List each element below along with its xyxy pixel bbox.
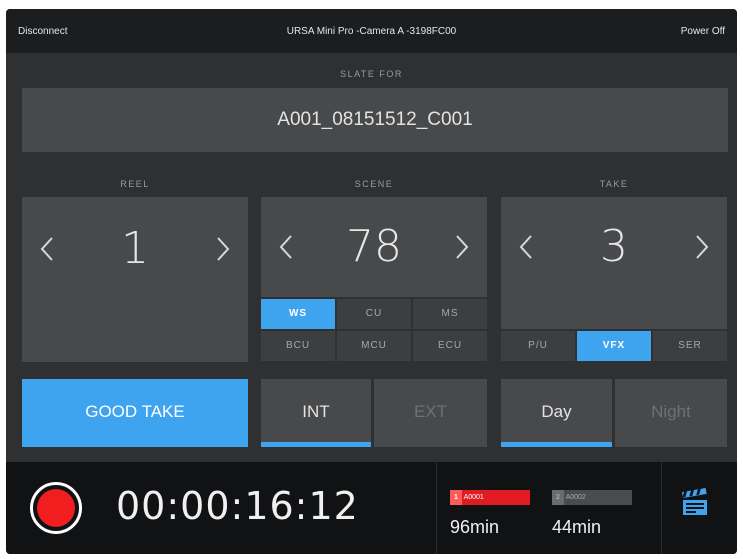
- good-take-button[interactable]: GOOD TAKE: [22, 379, 248, 447]
- card2-name: A0002: [565, 494, 586, 501]
- shot-ms-button[interactable]: MS: [413, 299, 487, 329]
- int-label: INT: [302, 402, 330, 421]
- chevron-left-icon: [279, 235, 292, 259]
- int-selected-indicator: [261, 442, 371, 447]
- take-label: TAKE: [599, 179, 629, 189]
- chevron-right-icon: [456, 235, 469, 259]
- status-bar: 00:00:16:12 1 A0001 96min 2 A0002 44min: [6, 462, 737, 554]
- day-label: Day: [541, 402, 572, 421]
- reel-value: 1: [121, 223, 149, 274]
- shot-cu-button[interactable]: CU: [337, 299, 411, 329]
- take-ser-button[interactable]: SER: [653, 331, 727, 361]
- reel-next-button[interactable]: [198, 197, 248, 301]
- card2-remaining: 44min: [552, 517, 602, 537]
- chevron-left-icon: [40, 237, 53, 261]
- take-value: 3: [600, 221, 628, 272]
- take-pu-button[interactable]: P/U: [501, 331, 575, 361]
- card2-badge: 2 A0002: [552, 490, 632, 505]
- clapperboard-icon[interactable]: [680, 488, 710, 518]
- shot-ecu-button[interactable]: ECU: [413, 331, 487, 361]
- record-button[interactable]: [30, 482, 82, 534]
- reel-prev-button[interactable]: [22, 197, 72, 301]
- clip-name-field[interactable]: A001_08151512_C001: [22, 88, 728, 152]
- take-next-button[interactable]: [677, 197, 727, 297]
- scene-prev-button[interactable]: [261, 197, 311, 297]
- reel-counter: 1: [22, 197, 248, 362]
- take-counter: 3: [501, 197, 727, 329]
- day-selected-indicator: [501, 442, 612, 447]
- card1-name: A0001: [463, 494, 484, 501]
- reel-label: REEL: [120, 179, 150, 189]
- divider: [661, 462, 662, 554]
- int-button[interactable]: INT: [261, 379, 371, 447]
- scene-next-button[interactable]: [437, 197, 487, 297]
- shot-bcu-button[interactable]: BCU: [261, 331, 335, 361]
- shot-mcu-button[interactable]: MCU: [337, 331, 411, 361]
- record-icon: [37, 489, 75, 527]
- scene-counter: 78: [261, 197, 487, 297]
- take-prev-button[interactable]: [501, 197, 551, 297]
- card1-index: 1: [450, 490, 462, 505]
- slate-for-label: SLATE FOR: [340, 69, 403, 79]
- take-vfx-button[interactable]: VFX: [577, 331, 651, 361]
- power-off-button[interactable]: Power Off: [681, 26, 725, 37]
- timecode: 00:00:16:12: [116, 484, 359, 528]
- camera-name: URSA Mini Pro -Camera A -3198FC00: [286, 26, 457, 37]
- shot-ws-button[interactable]: WS: [261, 299, 335, 329]
- card1-remaining: 96min: [450, 517, 500, 537]
- chevron-left-icon: [519, 235, 532, 259]
- top-bar: Disconnect URSA Mini Pro -Camera A -3198…: [6, 9, 737, 53]
- ext-button[interactable]: EXT: [374, 379, 487, 447]
- chevron-right-icon: [217, 237, 230, 261]
- divider: [436, 462, 437, 554]
- card2-index: 2: [552, 490, 564, 505]
- slate-screen: Disconnect URSA Mini Pro -Camera A -3198…: [6, 9, 737, 554]
- card1-badge: 1 A0001: [450, 490, 530, 505]
- day-button[interactable]: Day: [501, 379, 612, 447]
- chevron-right-icon: [696, 235, 709, 259]
- night-button[interactable]: Night: [615, 379, 727, 447]
- scene-value: 78: [346, 221, 402, 272]
- scene-label: SCENE: [354, 179, 394, 189]
